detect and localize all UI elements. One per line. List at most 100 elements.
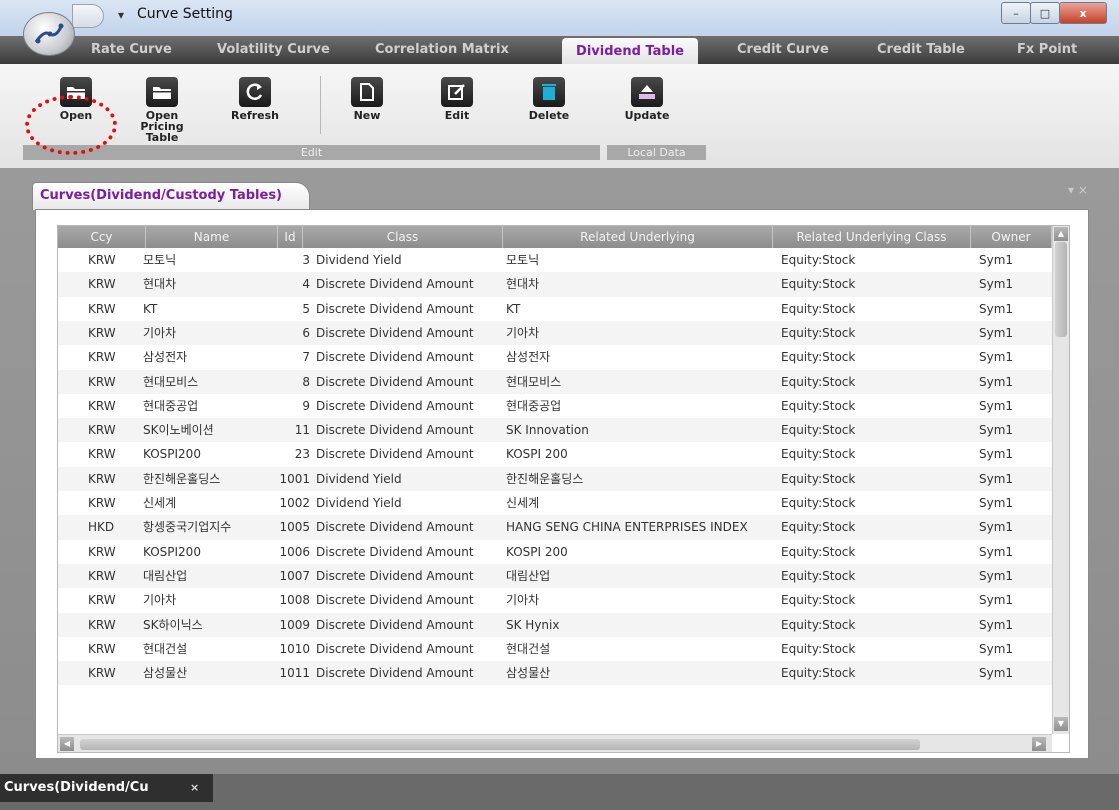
cell-id: 1010 [279,641,310,656]
table-row[interactable]: KRW SK하이닉스 1009 Discrete Dividend Amount SK … [58,612,1052,637]
folder-icon [60,77,92,107]
table-row[interactable]: KRW 현대차 4 Discrete Dividend Amount 현대차 Equity… [58,272,1052,297]
tab-rate-curve[interactable]: Rate Curve [91,42,172,57]
table-row[interactable]: KRW KOSPI200 1006 Discrete Dividend Amount K… [58,540,1052,564]
cell-name: KOSPI200 [143,544,201,559]
cell-class: Discrete Dividend Amount [316,398,474,413]
table-row[interactable]: KRW KT 5 Discrete Dividend Amount KT Equity:S… [58,297,1052,321]
cell-related-underlying-class: Equity:Stock [781,447,856,462]
app-menu-button[interactable] [23,12,75,56]
trash-icon [533,77,565,107]
cell-related-underlying-class: Equity:Stock [781,666,856,681]
vertical-scrollbar[interactable]: ▲ ▼ [1052,226,1069,734]
table-row[interactable]: KRW 한진해운홀딩스 1001 Dividend Yield 한진해운홀딩스 Equit… [58,466,1052,491]
open-pricing-table-label: Open Pricing Table [140,109,184,144]
cell-owner: Sym1 [979,423,1014,438]
cell-name: 기아차 [143,325,177,340]
tab-credit-curve[interactable]: Credit Curve [737,42,829,57]
cell-ccy: KRW [88,471,116,486]
cell-ccy: KRW [88,350,116,365]
column-header-related-underlying[interactable]: Related Underlying [503,226,773,248]
column-header-class[interactable]: Class [303,226,503,248]
ribbon-toolbar: Open Open Pricing Table Refresh New Edit… [0,64,1119,169]
cell-id: 11 [294,423,310,438]
close-button[interactable]: x [1059,2,1107,24]
close-tab-icon[interactable]: × [190,774,199,802]
tab-dividend-table[interactable]: Dividend Table [562,38,698,64]
open-button[interactable]: Open [38,77,114,121]
table-row[interactable]: KRW 현대모비스 8 Discrete Dividend Amount 현대모비스 Eq… [58,369,1052,394]
panel-controls[interactable]: ▾ × [1068,183,1088,197]
cell-ccy: KRW [88,423,116,438]
cell-related-underlying-class: Equity:Stock [781,520,856,535]
horizontal-scrollbar[interactable]: ◀ ▶ [58,734,1052,752]
cell-related-underlying: 모토닉 [506,253,540,267]
table-row[interactable]: KRW 현대중공업 9 Discrete Dividend Amount 현대중공업 Eq… [58,394,1052,418]
table-row[interactable]: KRW KOSPI200 23 Discrete Dividend Amount KOS… [58,442,1052,466]
refresh-button[interactable]: Refresh [217,77,293,121]
scroll-up-icon[interactable]: ▲ [1054,227,1068,241]
tab-credit-table[interactable]: Credit Table [877,42,965,57]
column-header-related-underlying-class[interactable]: Related Underlying Class [773,226,971,248]
cell-related-underlying: SK Hynix [506,617,560,632]
cell-class: Dividend Yield [316,496,402,510]
scroll-left-icon[interactable]: ◀ [60,737,74,751]
horizontal-scroll-thumb[interactable] [80,739,920,750]
update-button[interactable]: Update [609,77,685,121]
quick-access-dropdown-icon[interactable]: ▾ [118,8,124,22]
scroll-right-icon[interactable]: ▶ [1032,737,1046,751]
cell-name: 신세계 [143,496,177,510]
minimize-button[interactable]: – [1001,2,1031,24]
cell-related-underlying: SK Innovation [506,423,589,438]
cell-ccy: KRW [88,277,116,292]
cell-ccy: KRW [88,641,116,656]
column-header-name[interactable]: Name [146,226,278,248]
column-header-id[interactable]: Id [278,226,303,248]
column-header-ccy[interactable]: Ccy [58,226,146,248]
maximize-button[interactable]: □ [1030,2,1060,24]
cell-ccy: KRW [88,301,116,316]
vertical-scroll-thumb[interactable] [1055,242,1067,337]
edit-button[interactable]: Edit [419,77,495,121]
cell-related-underlying-class: Equity:Stock [781,301,856,316]
cell-name: 현대모비스 [143,374,199,389]
cell-ccy: KRW [88,593,116,608]
curves-panel-tab[interactable]: Curves(Dividend/Custody Tables) [32,182,310,210]
tab-volatility-curve[interactable]: Volatility Curve [217,42,330,57]
table-row[interactable]: KRW 대림산업 1007 Discrete Dividend Amount 대림산업 E… [58,563,1052,589]
cell-name: 삼성전자 [143,350,188,365]
cell-owner: Sym1 [979,301,1014,316]
cell-name: 모토닉 [143,253,177,267]
cell-name: 기아차 [143,593,177,608]
cell-owner: Sym1 [979,568,1014,583]
cell-id: 1007 [279,568,310,583]
delete-button[interactable]: Delete [511,77,587,121]
bottom-doc-tab[interactable]: Curves(Dividend/Cu × [0,774,213,802]
cell-id: 1001 [279,471,310,486]
cell-class: Discrete Dividend Amount [316,617,474,632]
upload-icon [631,77,663,107]
new-button[interactable]: New [329,77,405,121]
table-row[interactable]: KRW 현대건설 1010 Discrete Dividend Amount 현대건설 E… [58,637,1052,661]
cell-owner: Sym1 [979,617,1014,632]
tab-fx-point[interactable]: Fx Point [1017,42,1077,57]
cell-id: 6 [302,325,310,340]
table-row[interactable]: HKD 항셍중국기업지수 1005 Discrete Dividend Amount H… [58,515,1052,540]
cell-related-underlying: 현대건설 [506,641,551,656]
scroll-down-icon[interactable]: ▼ [1054,717,1068,731]
dividend-table-grid: Ccy Name Id Class Related Underlying Rel… [57,225,1070,753]
cell-related-underlying: KOSPI 200 [506,544,568,559]
quick-access-toolbar[interactable] [72,4,104,28]
table-row[interactable]: KRW 삼성물산 1011 Discrete Dividend Amount 삼성물산 E… [58,661,1052,686]
tab-correlation-matrix[interactable]: Correlation Matrix [375,42,509,57]
table-row[interactable]: KRW 기아차 6 Discrete Dividend Amount 기아차 Equity… [58,320,1052,346]
cell-related-underlying-class: Equity:Stock [781,471,856,486]
table-row[interactable]: KRW 기아차 1008 Discrete Dividend Amount 기아차 Equ… [58,588,1052,612]
table-row[interactable]: KRW 모토닉 3 Dividend Yield 모토닉 Equity:Stock Sym1 [58,248,1052,272]
table-row[interactable]: KRW SK이노베이션 11 Discrete Dividend Amount SK I… [58,418,1052,443]
column-header-owner[interactable]: Owner [971,226,1052,248]
open-pricing-table-button[interactable]: Open Pricing Table [124,77,200,143]
table-row[interactable]: KRW 신세계 1002 Dividend Yield 신세계 Equity:Stock S… [58,491,1052,515]
table-row[interactable]: KRW 삼성전자 7 Discrete Dividend Amount 삼성전자 Equi… [58,345,1052,369]
cell-id: 5 [302,301,310,316]
